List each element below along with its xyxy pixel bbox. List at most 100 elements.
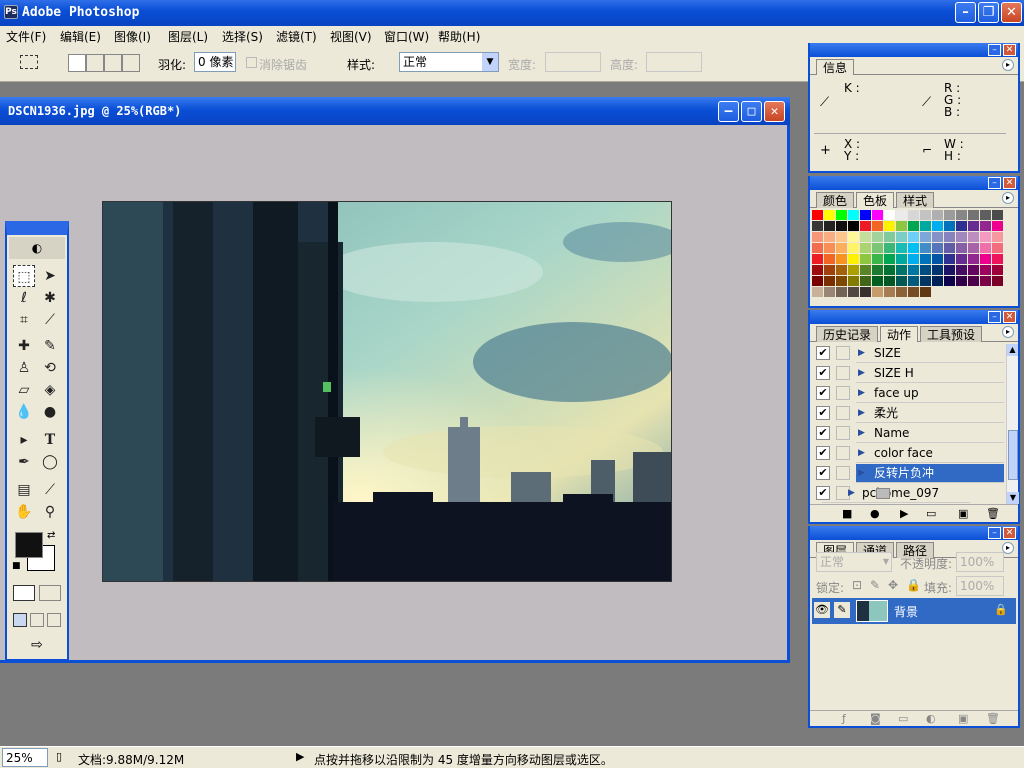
- color-swatch[interactable]: [872, 243, 883, 253]
- action-row[interactable]: ✔ 柔光 ▶: [812, 404, 1004, 424]
- paint-bucket-icon[interactable]: ◈: [39, 379, 61, 401]
- zoom-field[interactable]: 25%: [2, 748, 48, 767]
- action-row[interactable]: ✔ SIZE H ▶: [812, 364, 1004, 384]
- dialog-toggle-box[interactable]: [836, 406, 850, 420]
- color-swatch[interactable]: [824, 254, 835, 264]
- color-swatch[interactable]: [812, 221, 823, 231]
- menu-image[interactable]: 图像(I): [114, 28, 151, 45]
- healing-brush-icon[interactable]: ✚: [13, 335, 35, 357]
- default-colors-icon[interactable]: ■: [12, 561, 21, 571]
- color-swatch[interactable]: [932, 254, 943, 264]
- color-swatch[interactable]: [980, 243, 991, 253]
- color-swatch[interactable]: [980, 254, 991, 264]
- color-swatch[interactable]: [920, 254, 931, 264]
- delete-layer-icon[interactable]: 🗑: [986, 712, 1000, 725]
- color-swatch[interactable]: [872, 287, 883, 297]
- feather-input[interactable]: 0 像素: [194, 52, 236, 72]
- clone-stamp-icon[interactable]: ♙: [13, 357, 35, 379]
- color-swatch[interactable]: [872, 265, 883, 275]
- color-swatch[interactable]: [932, 210, 943, 220]
- color-swatch[interactable]: [908, 276, 919, 286]
- color-swatch[interactable]: [980, 232, 991, 242]
- action-row[interactable]: ✔ face up ▶: [812, 384, 1004, 404]
- color-swatch[interactable]: [920, 276, 931, 286]
- expand-triangle-icon[interactable]: ▶: [848, 488, 855, 498]
- color-swatch[interactable]: [848, 243, 859, 253]
- lock-move-icon[interactable]: ✥: [888, 578, 898, 592]
- color-swatch[interactable]: [836, 210, 847, 220]
- color-swatch[interactable]: [932, 276, 943, 286]
- screen-mode-standard-icon[interactable]: [13, 613, 27, 627]
- color-swatch[interactable]: [968, 221, 979, 231]
- lasso-icon[interactable]: ℓ: [13, 287, 35, 309]
- color-swatch[interactable]: [944, 287, 955, 297]
- expand-triangle-icon[interactable]: ▶: [858, 408, 865, 418]
- layer-style-icon[interactable]: ƒ: [842, 712, 846, 725]
- foreground-color-swatch[interactable]: [15, 532, 43, 558]
- color-swatch[interactable]: [944, 265, 955, 275]
- color-swatch[interactable]: [836, 265, 847, 275]
- color-swatch[interactable]: [836, 243, 847, 253]
- color-swatch[interactable]: [944, 243, 955, 253]
- color-swatch[interactable]: [896, 243, 907, 253]
- color-swatch[interactable]: [872, 210, 883, 220]
- color-swatch[interactable]: [812, 210, 823, 220]
- expand-triangle-icon[interactable]: ▶: [858, 388, 865, 398]
- color-swatch[interactable]: [872, 254, 883, 264]
- color-swatch[interactable]: [956, 243, 967, 253]
- color-swatch[interactable]: [968, 265, 979, 275]
- tab-swatches[interactable]: 色板: [856, 192, 895, 208]
- color-swatch[interactable]: [908, 232, 919, 242]
- color-swatch[interactable]: [968, 232, 979, 242]
- magic-wand-icon[interactable]: ✱: [39, 287, 61, 309]
- layer-mask-icon[interactable]: ◙: [870, 712, 881, 725]
- color-swatch[interactable]: [944, 254, 955, 264]
- screen-mode-full-icon[interactable]: [47, 613, 61, 627]
- color-swatch[interactable]: [908, 221, 919, 231]
- color-swatch[interactable]: [860, 265, 871, 275]
- color-swatch[interactable]: [848, 265, 859, 275]
- color-swatch[interactable]: [920, 210, 931, 220]
- color-swatch[interactable]: [872, 221, 883, 231]
- height-input[interactable]: [646, 52, 702, 72]
- scroll-up-icon[interactable]: ▲: [1007, 344, 1018, 356]
- scroll-down-icon[interactable]: ▼: [1007, 492, 1019, 504]
- color-swatch[interactable]: [980, 265, 991, 275]
- color-swatch[interactable]: [992, 254, 1003, 264]
- dialog-toggle-box[interactable]: [836, 446, 850, 460]
- panel-minimize-button[interactable]: –: [988, 44, 1001, 56]
- action-toggle-checkbox[interactable]: ✔: [816, 446, 830, 460]
- blur-icon[interactable]: 💧: [13, 401, 35, 423]
- eye-icon[interactable]: 👁: [814, 602, 830, 618]
- color-swatch[interactable]: [968, 287, 979, 297]
- color-swatch[interactable]: [932, 243, 943, 253]
- layer-row-background[interactable]: 👁 ✎ 背景 🔒: [812, 598, 1016, 624]
- panel-minimize-button[interactable]: –: [988, 527, 1001, 539]
- action-toggle-checkbox[interactable]: ✔: [816, 346, 830, 360]
- color-swatch[interactable]: [896, 265, 907, 275]
- play-arrow-icon[interactable]: ▶: [296, 750, 304, 763]
- dialog-toggle-box[interactable]: [836, 346, 850, 360]
- color-swatch[interactable]: [824, 265, 835, 275]
- color-swatch[interactable]: [884, 243, 895, 253]
- marquee-tool-icon[interactable]: [20, 55, 38, 69]
- panel-minimize-button[interactable]: –: [988, 177, 1001, 189]
- panel-minimize-button[interactable]: –: [988, 311, 1001, 323]
- play-icon[interactable]: ▶: [900, 507, 908, 520]
- standard-mode-icon[interactable]: [13, 585, 35, 601]
- color-swatch[interactable]: [860, 232, 871, 242]
- color-swatch[interactable]: [896, 221, 907, 231]
- dialog-toggle-box[interactable]: [836, 426, 850, 440]
- color-swatch[interactable]: [896, 254, 907, 264]
- action-row[interactable]: ✔ SIZE ▶: [812, 344, 1004, 364]
- color-swatch[interactable]: [980, 276, 991, 286]
- dialog-toggle-box[interactable]: [836, 386, 850, 400]
- color-swatch[interactable]: [860, 221, 871, 231]
- color-swatch[interactable]: [848, 287, 859, 297]
- color-swatch[interactable]: [848, 210, 859, 220]
- minimize-button[interactable]: –: [955, 2, 976, 23]
- color-swatch[interactable]: [824, 287, 835, 297]
- doc-close-button[interactable]: ✕: [764, 101, 785, 122]
- color-swatch[interactable]: [836, 287, 847, 297]
- color-swatch[interactable]: [920, 221, 931, 231]
